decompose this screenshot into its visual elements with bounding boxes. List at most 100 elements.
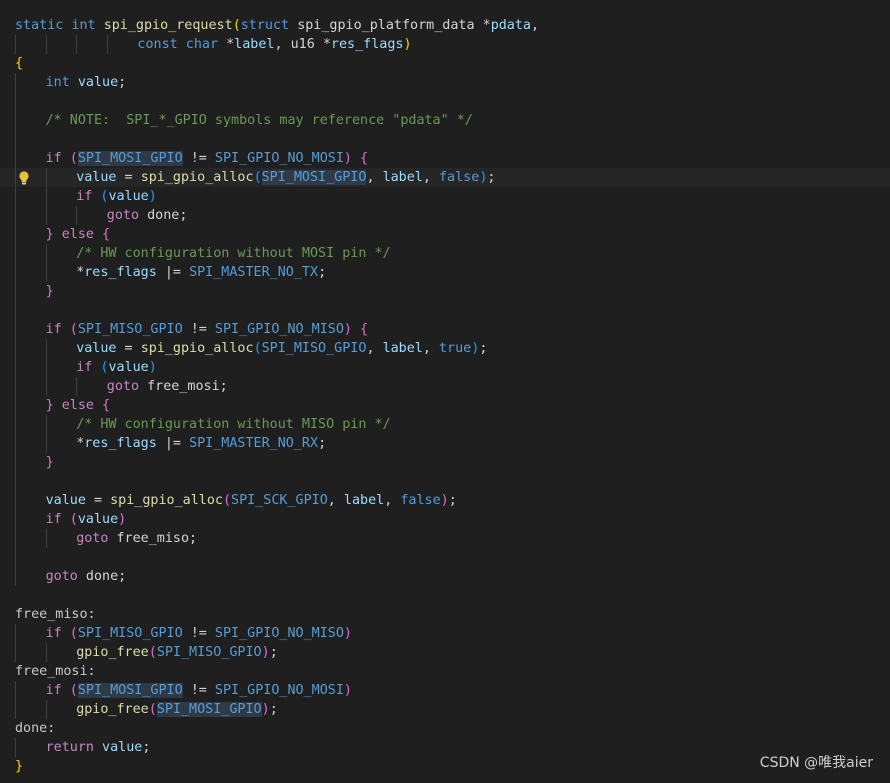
- indent-guide: [15, 92, 16, 111]
- code-token: ): [148, 189, 157, 204]
- code-line[interactable]: }: [0, 757, 890, 776]
- code-token: SPI_GPIO_NO_MISO: [214, 322, 344, 337]
- code-line[interactable]: const char *label, u16 *res_flags): [0, 35, 890, 54]
- indent-guide: [15, 225, 16, 244]
- code-line[interactable]: gpio_free(SPI_MOSI_GPIO);: [0, 700, 890, 719]
- code-token: ;: [142, 740, 151, 755]
- code-line[interactable]: if (SPI_MISO_GPIO != SPI_GPIO_NO_MISO): [0, 624, 890, 643]
- code-token: if: [45, 512, 62, 527]
- code-line[interactable]: done:: [0, 719, 890, 738]
- code-token: ): [440, 493, 449, 508]
- code-token: true: [439, 341, 472, 356]
- code-token: res_flags: [330, 37, 404, 52]
- code-line[interactable]: *res_flags |= SPI_MASTER_NO_RX;: [0, 434, 890, 453]
- code-content: if (SPI_MISO_GPIO != SPI_GPIO_NO_MISO) {: [15, 322, 369, 337]
- code-line[interactable]: int value;: [0, 73, 890, 92]
- indent-guide: [15, 681, 16, 700]
- code-line[interactable]: {: [0, 54, 890, 73]
- code-token: if: [45, 683, 62, 698]
- indent-guide: [45, 700, 47, 719]
- code-area[interactable]: static int spi_gpio_request(struct spi_g…: [0, 16, 890, 776]
- code-token: {: [102, 227, 111, 242]
- indent-guide: [15, 168, 16, 187]
- code-token: ;: [269, 645, 278, 660]
- code-line[interactable]: [0, 130, 890, 149]
- code-line[interactable]: } else {: [0, 396, 890, 415]
- code-token: label: [234, 37, 275, 52]
- code-token: struct: [240, 18, 290, 33]
- code-content: value = spi_gpio_alloc(SPI_MOSI_GPIO, la…: [15, 170, 495, 185]
- code-token: goto: [106, 208, 140, 223]
- code-token: SPI_MISO_GPIO: [77, 626, 183, 641]
- code-line[interactable]: static int spi_gpio_request(struct spi_g…: [0, 16, 890, 35]
- code-content: /* HW configuration without MISO pin */: [15, 417, 390, 432]
- code-token: free_mosi;: [139, 379, 228, 394]
- code-line[interactable]: if (value): [0, 358, 890, 377]
- code-token: SPI_SCK_GPIO: [231, 493, 328, 508]
- code-token: spi_gpio_request: [103, 18, 233, 33]
- indent-guide: [45, 415, 47, 434]
- code-line[interactable]: free_mosi:: [0, 662, 890, 681]
- code-token: (: [148, 702, 157, 717]
- code-line[interactable]: goto done;: [0, 567, 890, 586]
- code-line[interactable]: /* NOTE: SPI_*_GPIO symbols may referenc…: [0, 111, 890, 130]
- code-token: ,: [327, 493, 344, 508]
- code-token: SPI_MISO_GPIO: [156, 645, 262, 660]
- code-content: return value;: [15, 740, 151, 755]
- indent-guide: [45, 168, 47, 187]
- code-line[interactable]: if (SPI_MISO_GPIO != SPI_GPIO_NO_MISO) {: [0, 320, 890, 339]
- code-line[interactable]: } else {: [0, 225, 890, 244]
- indent-guide: [15, 339, 16, 358]
- code-token: if: [76, 360, 93, 375]
- code-editor[interactable]: static int spi_gpio_request(struct spi_g…: [0, 0, 890, 783]
- code-line[interactable]: if (SPI_MOSI_GPIO != SPI_GPIO_NO_MOSI) {: [0, 149, 890, 168]
- code-content: if (SPI_MISO_GPIO != SPI_GPIO_NO_MISO): [15, 626, 352, 641]
- code-token: (: [69, 683, 78, 698]
- code-token: (: [69, 151, 78, 166]
- code-line[interactable]: value = spi_gpio_alloc(SPI_MOSI_GPIO, la…: [0, 168, 890, 187]
- code-line[interactable]: goto free_miso;: [0, 529, 890, 548]
- code-token: =: [116, 341, 141, 356]
- code-line[interactable]: if (SPI_MOSI_GPIO != SPI_GPIO_NO_MOSI): [0, 681, 890, 700]
- code-token: (: [69, 626, 78, 641]
- code-content: goto free_miso;: [15, 531, 197, 546]
- code-token: goto: [76, 531, 109, 546]
- code-line[interactable]: goto done;: [0, 206, 890, 225]
- code-line[interactable]: return value;: [0, 738, 890, 757]
- code-line[interactable]: goto free_mosi;: [0, 377, 890, 396]
- indent-guide: [76, 206, 78, 225]
- indent-guide: [45, 529, 47, 548]
- code-line[interactable]: [0, 92, 890, 111]
- code-token: spi_gpio_alloc: [110, 493, 223, 508]
- code-line[interactable]: /* HW configuration without MISO pin */: [0, 415, 890, 434]
- code-line[interactable]: if (value): [0, 187, 890, 206]
- code-line[interactable]: }: [0, 282, 890, 301]
- lightbulb-icon[interactable]: [17, 170, 31, 186]
- code-line[interactable]: }: [0, 453, 890, 472]
- indent-guide: [76, 377, 78, 396]
- code-content: } else {: [15, 398, 111, 413]
- code-line[interactable]: [0, 586, 890, 605]
- code-token: done:: [15, 721, 56, 736]
- code-line[interactable]: value = spi_gpio_alloc(SPI_SCK_GPIO, lab…: [0, 491, 890, 510]
- code-line[interactable]: value = spi_gpio_alloc(SPI_MISO_GPIO, la…: [0, 339, 890, 358]
- code-token: {: [102, 398, 111, 413]
- code-line[interactable]: *res_flags |= SPI_MASTER_NO_TX;: [0, 263, 890, 282]
- code-line[interactable]: gpio_free(SPI_MISO_GPIO);: [0, 643, 890, 662]
- code-line[interactable]: [0, 548, 890, 567]
- code-token: SPI_GPIO_NO_MOSI: [214, 683, 344, 698]
- code-token: (: [232, 18, 241, 33]
- code-token: value: [108, 360, 149, 375]
- code-token: ;: [269, 702, 278, 717]
- code-line[interactable]: if (value): [0, 510, 890, 529]
- code-token: free_mosi:: [15, 664, 96, 679]
- code-token: else: [61, 227, 94, 242]
- indent-guide: [15, 453, 16, 472]
- code-line[interactable]: [0, 472, 890, 491]
- code-line[interactable]: [0, 301, 890, 320]
- code-token: , u16 *: [274, 37, 331, 52]
- code-token: label: [382, 170, 423, 185]
- code-line[interactable]: free_miso:: [0, 605, 890, 624]
- code-line[interactable]: /* HW configuration without MOSI pin */: [0, 244, 890, 263]
